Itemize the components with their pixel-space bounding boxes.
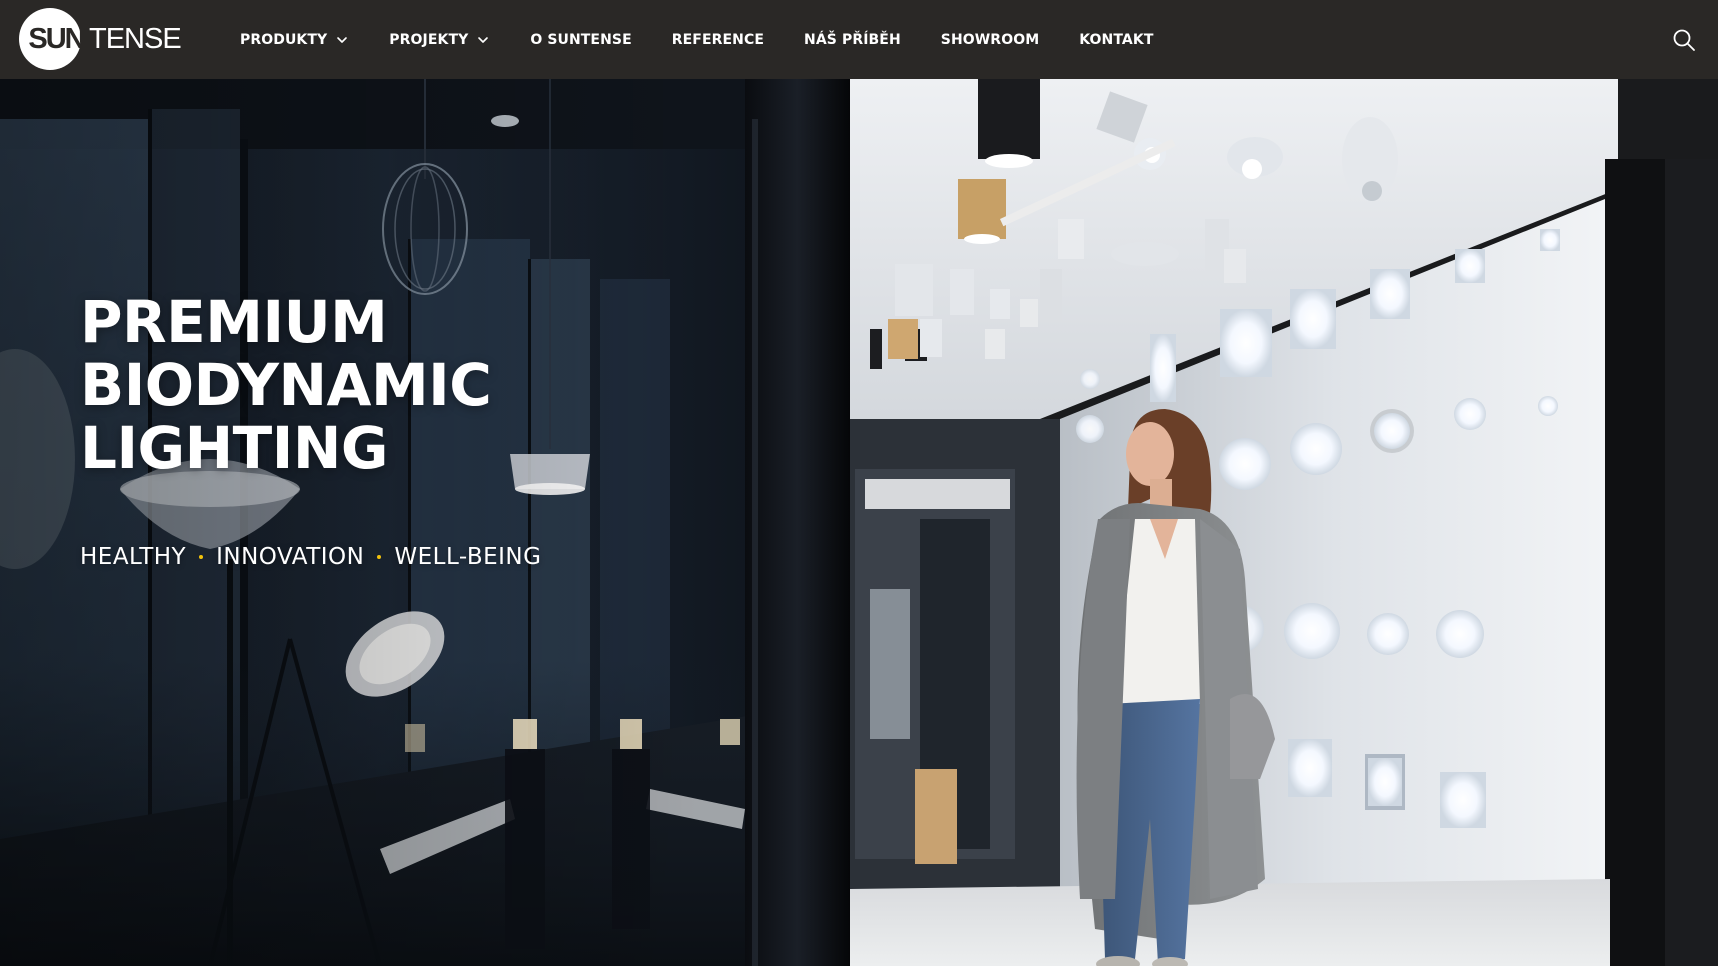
tagline-word-innovation: INNOVATION xyxy=(216,544,365,570)
hero-tagline: HEALTHY INNOVATION WELL-BEING xyxy=(80,544,541,570)
tagline-word-well-being: WELL-BEING xyxy=(394,544,542,570)
hero-background-image xyxy=(0,79,1718,966)
main-nav: PRODUKTY PROJEKTY O SUNTENSE REFERENCE N… xyxy=(240,0,1193,79)
hero-title-line-1: PREMIUM xyxy=(80,288,388,356)
logo-text-tense: TENSE xyxy=(89,22,182,55)
hero-title: PREMIUM BIODYNAMIC LIGHTING xyxy=(80,288,492,482)
logo-circle: SUN xyxy=(19,8,86,70)
nav-item-nas-pribeh[interactable]: NÁŠ PŘÍBĚH xyxy=(804,32,901,48)
hero-title-line-3: LIGHTING xyxy=(80,414,388,482)
hero-title-line-2: BIODYNAMIC xyxy=(80,351,492,419)
nav-item-label: NÁŠ PŘÍBĚH xyxy=(804,31,901,48)
chevron-down-icon xyxy=(337,36,348,43)
hero-section: PREMIUM BIODYNAMIC LIGHTING HEALTHY INNO… xyxy=(0,79,1718,966)
nav-item-label: KONTAKT xyxy=(1079,31,1154,48)
site-header: SUN TENSE PRODUKTY PROJEKTY O SUNTENSE R… xyxy=(0,0,1718,79)
nav-item-o-suntense[interactable]: O SUNTENSE xyxy=(530,32,631,48)
nav-item-showroom[interactable]: SHOWROOM xyxy=(941,32,1039,48)
nav-item-label: REFERENCE xyxy=(671,31,765,48)
nav-item-label: SHOWROOM xyxy=(940,31,1040,48)
nav-item-label: PRODUKTY xyxy=(240,31,328,48)
logo-text-sun: SUN xyxy=(28,22,85,55)
chevron-down-icon xyxy=(478,36,489,43)
tagline-word-healthy: HEALTHY xyxy=(80,544,187,570)
nav-item-projekty[interactable]: PROJEKTY xyxy=(389,32,490,48)
tagline-separator-dot xyxy=(377,555,382,559)
nav-item-label: O SUNTENSE xyxy=(530,31,632,48)
nav-item-reference[interactable]: REFERENCE xyxy=(672,32,764,48)
nav-item-label: PROJEKTY xyxy=(389,31,469,48)
suntense-logo[interactable]: SUN TENSE xyxy=(19,8,182,70)
tagline-separator-dot xyxy=(199,555,204,559)
search-icon[interactable] xyxy=(1672,28,1696,52)
nav-item-kontakt[interactable]: KONTAKT xyxy=(1079,32,1153,48)
nav-item-produkty[interactable]: PRODUKTY xyxy=(240,32,349,48)
